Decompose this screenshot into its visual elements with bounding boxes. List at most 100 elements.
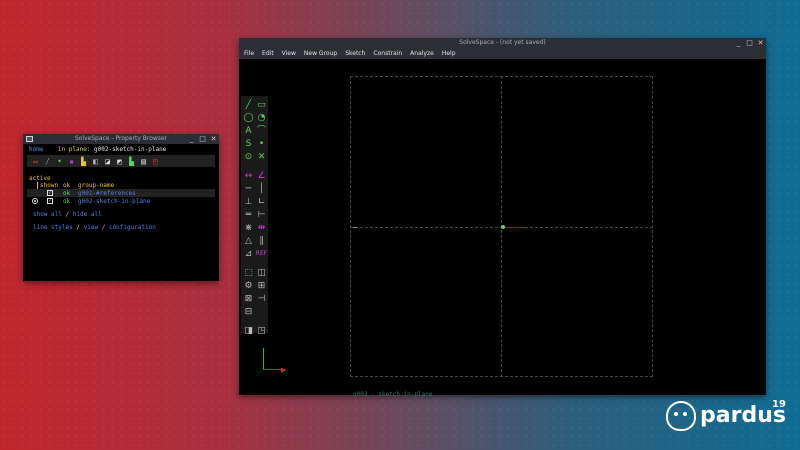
line-tool-icon[interactable]: ╱ [242,99,255,111]
active-radio[interactable] [32,198,38,204]
menu-file[interactable]: File [244,50,254,57]
app-icon [26,136,33,142]
property-browser-body: home in plane: g002-sketch-in-plane ▭ / … [23,144,219,281]
same-orientation-icon[interactable]: ⊿ [242,248,255,260]
extrude-icon[interactable]: ◫ [255,267,268,279]
sketch-in-3d-icon[interactable]: ⊣ [255,293,268,305]
hide-all-link[interactable]: hide all [73,211,102,218]
import-icon[interactable]: ⊟ [242,306,255,318]
workplane-label: g002 · sketch-in-plane [353,391,433,398]
property-browser-window: SolveSpace - Property Browser _ □ ✕ home… [23,134,219,281]
main-window-title: SolveSpace - (not yet saved) [459,39,546,46]
main-titlebar[interactable]: SolveSpace - (not yet saved) _ □ ✕ [239,38,766,48]
origin-x-tick [505,227,525,228]
maximize-icon[interactable]: □ [746,38,753,48]
nearest-isometric-icon[interactable]: ⬚ [242,267,255,279]
leopard-mascot-icon [666,401,696,431]
symmetric-constraint-icon[interactable]: ⇹ [255,222,268,234]
lathe-icon[interactable]: ⚙ [242,280,255,292]
property-browser-titlebar[interactable]: SolveSpace - Property Browser _ □ ✕ [23,134,219,144]
configuration-link[interactable]: configuration [109,224,156,231]
text-tool-icon[interactable]: A [242,125,255,137]
point-visibility-icon[interactable]: • [55,157,64,166]
split-tool-icon[interactable]: ✕ [255,151,268,163]
construction-tool-icon[interactable]: ⊙ [242,151,255,163]
midpoint-constraint-icon[interactable]: ⊢ [255,209,268,221]
property-browser-title: SolveSpace - Property Browser [74,135,168,142]
menu-view[interactable]: View [282,50,296,57]
breadcrumb: home in plane: g002-sketch-in-plane [29,146,166,153]
view-link[interactable]: view [84,224,98,231]
home-link[interactable]: home [29,146,43,153]
line-styles-link[interactable]: line styles [33,224,73,231]
arc-tool-icon[interactable]: ◔ [255,112,268,124]
spline-tool-icon[interactable]: S [242,138,255,150]
angle-constraint-icon[interactable]: ∠ [255,170,268,182]
tangent-constraint-icon[interactable]: ⋇ [242,222,255,234]
construction-visibility-icon[interactable]: ▙ [79,157,88,166]
shaded-icon[interactable]: ◧ [91,157,100,166]
faces-icon[interactable]: ◰ [151,157,160,166]
workplane-icon[interactable]: ◨ [242,325,255,337]
column-ok: ok [63,182,71,189]
x-axis-arrow-icon: ▶ [281,366,287,374]
on-point-constraint-icon[interactable]: ⊥ [242,196,255,208]
tangent-arc-tool-icon[interactable]: ⌒ [255,125,268,137]
group-name-link[interactable]: g001-#references [78,190,136,197]
settings-links: line styles / view / configuration [33,224,156,231]
triangle-constraint-icon[interactable]: △ [242,235,255,247]
menu-help[interactable]: Help [442,50,456,57]
distance-constraint-icon[interactable]: ↔ [242,170,255,182]
menu-sketch[interactable]: Sketch [345,50,365,57]
close-icon[interactable]: ✕ [210,134,217,144]
circle-tool-icon[interactable]: ◯ [242,112,255,124]
menu-new-group[interactable]: New Group [304,50,337,57]
pardus-logo: pardus 19 [666,399,786,431]
rectangle-tool-icon[interactable]: ▭ [255,99,268,111]
outline-icon[interactable]: ◩ [115,157,124,166]
in-plane-label: in plane: [57,146,91,153]
group-name-link[interactable]: g002-sketch-in-plane [78,198,150,205]
main-window: SolveSpace - (not yet saved) _ □ ✕ File … [239,38,766,398]
column-group-name: group-name [78,182,115,189]
hidden-lines-icon[interactable]: ▤ [139,157,148,166]
menubar: File Edit View New Group Sketch Constrai… [239,48,766,59]
menu-edit[interactable]: Edit [262,50,274,57]
sketch-icon[interactable]: ◳ [255,325,268,337]
normal-visibility-icon[interactable]: / [43,157,52,166]
shown-checkbox[interactable]: ✓ [47,190,53,196]
edges-icon[interactable]: ◪ [103,157,112,166]
active-label: active [29,175,51,182]
vertical-constraint-icon[interactable]: │ [255,183,268,195]
maximize-icon[interactable]: □ [199,134,206,144]
shown-checkbox[interactable]: ✓ [47,198,53,204]
step-translate-icon[interactable]: ⊞ [255,280,268,292]
menu-analyze[interactable]: Analyze [410,50,434,57]
show-hide-links: show all / hide all [33,211,102,218]
mesh-icon[interactable]: ▙ [127,157,136,166]
sketch-canvas[interactable]: ╱ ▭ ◯ ◔ A ⌒ S • ⊙ ✕ ↔ ∠ ─ │ ⊥ ∟ ═ ⊢ ⋇ ⇹ [239,59,766,398]
tool-palette: ╱ ▭ ◯ ◔ A ⌒ S • ⊙ ✕ ↔ ∠ ─ │ ⊥ ∟ ═ ⊢ ⋇ ⇹ [241,96,268,336]
point-tool-icon[interactable]: • [255,138,268,150]
parallel-constraint-icon[interactable]: ∥ [255,235,268,247]
constraint-visibility-icon[interactable]: ▪ [67,157,76,166]
close-icon[interactable]: ✕ [757,38,764,48]
reference-icon[interactable]: REF [255,248,268,260]
column-shown: shown [40,182,59,189]
plane-tick [353,227,358,228]
horizontal-constraint-icon[interactable]: ─ [242,183,255,195]
visibility-toolbar: ▭ / • ▪ ▙ ◧ ◪ ◩ ▙ ▤ ◰ [27,155,215,167]
equal-constraint-icon[interactable]: ═ [242,209,255,221]
workplane-visibility-icon[interactable]: ▭ [31,157,40,166]
group-status: ok [63,198,71,205]
step-rotate-icon[interactable]: ⊠ [242,293,255,305]
show-all-link[interactable]: show all [33,211,62,218]
group-status: ok [63,190,71,197]
minimize-icon[interactable]: _ [188,134,195,144]
menu-constrain[interactable]: Constrain [373,50,402,57]
brand-version: 19 [772,399,786,410]
y-axis-indicator [263,348,264,370]
in-plane-value: g002-sketch-in-plane [94,146,167,153]
perpendicular-constraint-icon[interactable]: ∟ [255,196,268,208]
minimize-icon[interactable]: _ [735,38,742,48]
